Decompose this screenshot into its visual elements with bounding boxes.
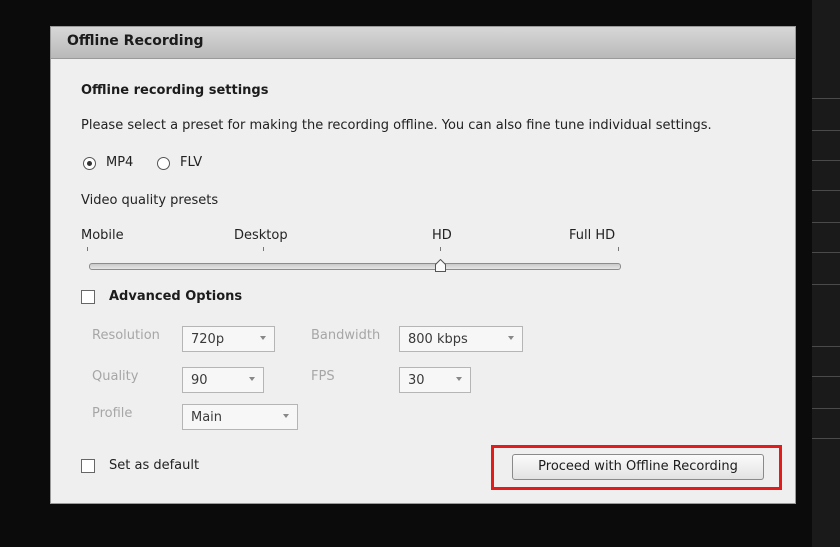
profile-value: Main [191, 410, 223, 425]
mp4-radio-label[interactable]: MP4 [106, 155, 133, 170]
proceed-offline-recording-button[interactable]: Proceed with Offline Recording [512, 454, 764, 480]
side-panel-divider [812, 98, 840, 99]
side-panel-divider [812, 346, 840, 347]
side-panel-divider [812, 252, 840, 253]
side-panel-divider [812, 408, 840, 409]
fps-label: FPS [311, 369, 335, 384]
section-title: Offline recording settings [81, 83, 269, 98]
slider-tick [263, 247, 264, 251]
resolution-label: Resolution [92, 328, 160, 343]
background-side-panel [812, 0, 840, 547]
flv-radio[interactable] [157, 157, 170, 170]
bandwidth-select[interactable]: 800 kbps [399, 326, 523, 352]
set-default-label[interactable]: Set as default [109, 458, 199, 473]
quality-value: 90 [191, 373, 208, 388]
side-panel-divider [812, 190, 840, 191]
quality-label: Quality [92, 369, 139, 384]
chevron-down-icon [283, 414, 289, 418]
chevron-down-icon [260, 336, 266, 340]
slider-tick [440, 247, 441, 251]
fps-value: 30 [408, 373, 425, 388]
advanced-options-label[interactable]: Advanced Options [109, 289, 242, 304]
profile-select[interactable]: Main [182, 404, 298, 430]
fps-select[interactable]: 30 [399, 367, 471, 393]
side-panel-divider [812, 222, 840, 223]
presets-label: Video quality presets [81, 193, 219, 208]
preset-slider-thumb[interactable] [435, 259, 446, 272]
side-panel-divider [812, 376, 840, 377]
quality-select[interactable]: 90 [182, 367, 264, 393]
profile-label: Profile [92, 406, 133, 421]
resolution-value: 720p [191, 332, 225, 347]
preset-tick-desktop: Desktop [234, 228, 288, 243]
side-panel-divider [812, 438, 840, 439]
preset-tick-mobile: Mobile [81, 228, 124, 243]
side-panel-divider [812, 160, 840, 161]
bandwidth-value: 800 kbps [408, 332, 468, 347]
dialog-title: Offline Recording [67, 33, 204, 49]
chevron-down-icon [456, 377, 462, 381]
bandwidth-label: Bandwidth [311, 328, 381, 343]
side-panel-divider [812, 284, 840, 285]
flv-radio-label[interactable]: FLV [180, 155, 202, 170]
slider-tick [87, 247, 88, 251]
mp4-radio[interactable] [83, 157, 96, 170]
preset-slider-track[interactable] [89, 263, 621, 270]
side-panel-divider [812, 130, 840, 131]
preset-tick-hd: HD [432, 228, 452, 243]
advanced-options-checkbox[interactable] [81, 290, 95, 304]
chevron-down-icon [249, 377, 255, 381]
dialog-titlebar[interactable]: Offline Recording [51, 27, 795, 59]
preset-tick-full-hd: Full HD [569, 228, 616, 243]
slider-tick [618, 247, 619, 251]
set-default-checkbox[interactable] [81, 459, 95, 473]
description-text: Please select a preset for making the re… [81, 118, 712, 133]
resolution-select[interactable]: 720p [182, 326, 275, 352]
chevron-down-icon [508, 336, 514, 340]
offline-recording-dialog: Offline Recording Offline recording sett… [50, 26, 796, 504]
